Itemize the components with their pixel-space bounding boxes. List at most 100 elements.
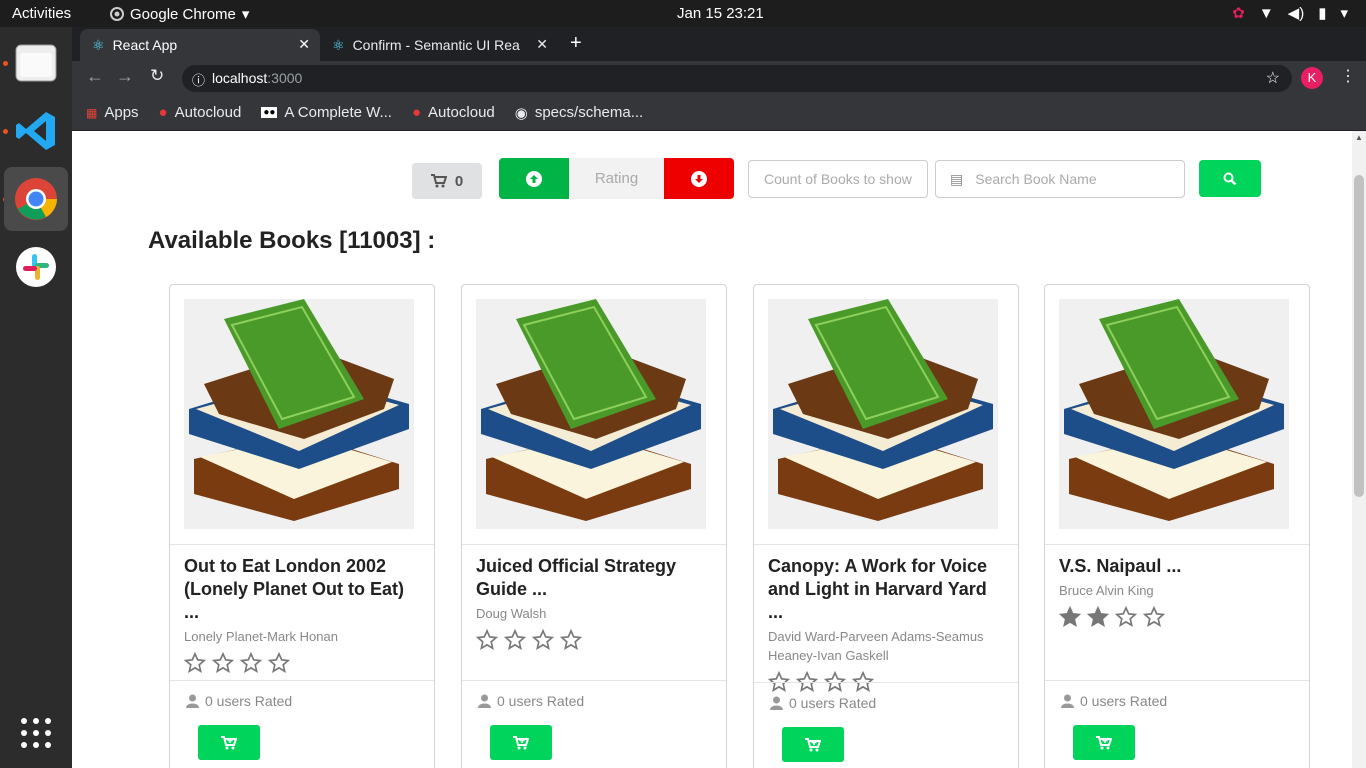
bookmark-specs[interactable]: ◉ specs/schema...: [515, 104, 643, 122]
book-title[interactable]: V.S. Naipaul ...: [1059, 555, 1295, 578]
rating-label: Rating: [569, 158, 664, 199]
bookmark-autocloud[interactable]: ● Autocloud: [159, 104, 242, 121]
book-card-extra: 0 users Rated: [170, 680, 434, 721]
book-author-line: Heaney-Ivan Gaskell: [768, 648, 889, 663]
close-tab-icon[interactable]: ✕: [536, 36, 548, 53]
book-title-line: Juiced Official Strategy: [476, 556, 677, 576]
book-author: Bruce Alvin King: [1059, 581, 1295, 600]
menu-icon[interactable]: ⋮: [1340, 66, 1356, 86]
star-empty-icon[interactable]: [476, 629, 498, 651]
user-icon: [1061, 694, 1074, 708]
rating-stars[interactable]: [184, 652, 420, 674]
chevron-down-icon: ▾: [241, 6, 250, 23]
star-empty-icon[interactable]: [1115, 606, 1137, 628]
autocloud-icon: ●: [158, 104, 168, 121]
wifi-icon: ▼: [1258, 4, 1274, 22]
page-title: Available Books [11003] :: [148, 227, 436, 254]
star-empty-icon[interactable]: [560, 629, 582, 651]
files-app[interactable]: [4, 31, 68, 95]
app-menu-label: Google Chrome: [130, 5, 236, 23]
tab-confirm-semantic[interactable]: ⚛ Confirm - Semantic UI Rea ✕: [320, 29, 558, 61]
scroll-up-icon[interactable]: ▲: [1355, 133, 1363, 142]
star-empty-icon[interactable]: [184, 652, 206, 674]
book-title[interactable]: Out to Eat London 2002 (Lonely Planet Out…: [184, 555, 420, 624]
github-icon: ◉: [514, 104, 528, 122]
clock[interactable]: Jan 15 23:21: [677, 5, 764, 22]
search-placeholder: Search Book Name: [975, 171, 1097, 187]
book-card: Out to Eat London 2002 (Lonely Planet Out…: [169, 284, 435, 768]
chrome-app[interactable]: [4, 167, 68, 231]
book-title-line: Out to Eat London 2002: [184, 556, 387, 576]
book-title-line: (Lonely Planet Out to Eat) ...: [184, 579, 405, 622]
tab-strip: ⚛ React App ✕ ⚛ Confirm - Semantic UI Re…: [72, 27, 1366, 61]
app-menu[interactable]: Google Chrome ▾: [110, 5, 249, 23]
chrome-icon: [110, 7, 124, 21]
star-empty-icon[interactable]: [504, 629, 526, 651]
star-empty-icon[interactable]: [1143, 606, 1165, 628]
rated-count: 0 users Rated: [789, 695, 877, 711]
star-empty-icon[interactable]: [532, 629, 554, 651]
apps-grid-icon: ▦: [86, 105, 98, 120]
add-to-cart-button[interactable]: [198, 725, 260, 760]
os-top-bar: Activities Google Chrome ▾ Jan 15 23:21 …: [0, 0, 1366, 27]
battery-icon: ▮: [1318, 5, 1327, 22]
search-input[interactable]: ▤ Search Book Name: [935, 160, 1185, 198]
medium-icon: ●●: [261, 107, 278, 118]
bookmark-apps[interactable]: ▦ Apps: [86, 104, 139, 121]
page-content: 0 Rating Count of Books to show ▤ Search…: [72, 131, 1352, 768]
add-to-cart-button[interactable]: [782, 727, 844, 762]
show-applications-button[interactable]: [4, 701, 68, 765]
user-icon: [770, 696, 783, 710]
tab-react-app[interactable]: ⚛ React App ✕: [80, 29, 320, 61]
vscode-app[interactable]: [4, 99, 68, 163]
back-icon[interactable]: ←: [86, 66, 104, 87]
count-input[interactable]: Count of Books to show: [748, 160, 928, 198]
info-icon[interactable]: ⓘ: [192, 70, 205, 89]
star-empty-icon[interactable]: [240, 652, 262, 674]
user-icon: [186, 694, 199, 708]
add-to-cart-icon: [1096, 735, 1112, 749]
add-to-cart-button[interactable]: [1073, 725, 1135, 760]
profile-avatar[interactable]: K: [1301, 67, 1323, 89]
rated-count: 0 users Rated: [1080, 693, 1168, 709]
bookmark-label: Autocloud: [428, 104, 495, 121]
star-filled-icon[interactable]: [1087, 606, 1109, 628]
book-title[interactable]: Canopy: A Work for Voice and Light in Har…: [768, 555, 1004, 624]
book-title-line: Guide ...: [476, 579, 548, 599]
slack-app[interactable]: [4, 235, 68, 299]
system-tray[interactable]: ✿ ▼ ◀) ▮ ▾: [1232, 4, 1348, 23]
autocloud-icon: ●: [411, 104, 422, 121]
star-empty-icon[interactable]: [212, 652, 234, 674]
react-icon: ⚛: [92, 36, 105, 53]
bookmark-star-icon[interactable]: ☆: [1266, 68, 1280, 88]
chevron-down-icon: ▾: [1340, 5, 1348, 22]
url-input[interactable]: ⓘ localhost:3000 ☆: [182, 65, 1292, 92]
bookmark-complete[interactable]: ●● A Complete W...: [261, 104, 392, 121]
book-title[interactable]: Juiced Official Strategy Guide ...: [476, 555, 712, 601]
book-author-line: David Ward-Parveen Adams-Seamus: [768, 629, 984, 644]
tab-title: Confirm - Semantic UI Rea: [352, 37, 520, 53]
bookmark-autocloud-2[interactable]: ● Autocloud: [412, 104, 495, 121]
address-bar: ← → ↻ ⓘ localhost:3000 ☆ K ⋮: [72, 61, 1366, 95]
slack-tray-icon[interactable]: ✿: [1232, 4, 1245, 22]
rating-stars[interactable]: [476, 629, 712, 651]
rating-stars[interactable]: [1059, 606, 1295, 628]
star-filled-icon[interactable]: [1059, 606, 1081, 628]
add-to-cart-icon: [513, 735, 529, 749]
search-button[interactable]: [1199, 160, 1261, 197]
scrollbar-thumb[interactable]: [1354, 175, 1364, 497]
tab-title: React App: [112, 37, 178, 53]
book-card: V.S. Naipaul ... Bruce Alvin King 0 users …: [1044, 284, 1310, 768]
new-tab-button[interactable]: +: [570, 32, 582, 55]
sort-ascending-button[interactable]: [499, 158, 569, 199]
forward-icon[interactable]: →: [116, 66, 134, 87]
sort-descending-button[interactable]: [664, 158, 734, 199]
star-empty-icon[interactable]: [268, 652, 290, 674]
activities-button[interactable]: Activities: [12, 5, 71, 22]
book-card: Canopy: A Work for Voice and Light in Har…: [753, 284, 1019, 768]
cart-button[interactable]: 0: [412, 163, 482, 199]
close-tab-icon[interactable]: ✕: [298, 36, 310, 53]
reload-icon[interactable]: ↻: [150, 66, 164, 86]
scrollbar[interactable]: ▲: [1352, 131, 1366, 768]
add-to-cart-button[interactable]: [490, 725, 552, 760]
